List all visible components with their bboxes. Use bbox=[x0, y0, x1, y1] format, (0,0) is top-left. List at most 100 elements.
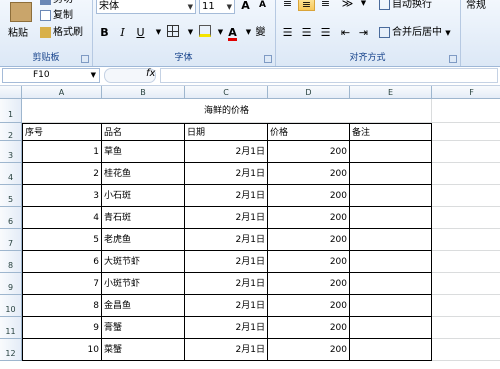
table-cell[interactable] bbox=[350, 273, 432, 295]
clipboard-launcher-icon[interactable] bbox=[81, 55, 89, 63]
table-cell[interactable]: 青石斑 bbox=[102, 207, 185, 229]
table-cell[interactable] bbox=[350, 295, 432, 317]
merge-center-button[interactable]: 合并后居中 ▼ bbox=[379, 26, 451, 40]
cell[interactable] bbox=[432, 273, 500, 295]
table-header-cell[interactable]: 序号 bbox=[22, 123, 102, 141]
formula-input[interactable] bbox=[160, 68, 498, 83]
table-cell[interactable] bbox=[350, 339, 432, 361]
name-box[interactable]: F10 ▼ bbox=[2, 68, 100, 83]
table-cell[interactable] bbox=[350, 141, 432, 163]
italic-button[interactable]: I bbox=[114, 25, 131, 40]
row-header-12[interactable]: 12 bbox=[0, 339, 22, 361]
table-cell[interactable]: 2月1日 bbox=[185, 317, 268, 339]
cell[interactable] bbox=[432, 251, 500, 273]
table-cell[interactable]: 2月1日 bbox=[185, 295, 268, 317]
orientation-dropdown[interactable]: ▼ bbox=[355, 0, 372, 11]
number-format-select[interactable]: 常规 bbox=[464, 0, 500, 14]
cell[interactable] bbox=[432, 185, 500, 207]
table-cell[interactable]: 老虎鱼 bbox=[102, 229, 185, 251]
sheet-title-cell[interactable]: 海鲜的价格 bbox=[22, 99, 432, 123]
table-cell[interactable] bbox=[350, 163, 432, 185]
align-left-button[interactable]: ☰ bbox=[279, 25, 296, 40]
table-cell[interactable]: 200 bbox=[268, 317, 350, 339]
column-header-e[interactable]: E bbox=[350, 86, 432, 99]
table-cell[interactable]: 200 bbox=[268, 163, 350, 185]
table-cell[interactable]: 200 bbox=[268, 295, 350, 317]
table-cell[interactable]: 8 bbox=[22, 295, 102, 317]
column-header-f[interactable]: F bbox=[432, 86, 500, 99]
row-header-4[interactable]: 4 bbox=[0, 163, 22, 185]
fill-color-button[interactable] bbox=[196, 25, 213, 40]
cell[interactable] bbox=[432, 317, 500, 339]
table-cell[interactable]: 200 bbox=[268, 185, 350, 207]
increase-indent-button[interactable]: ⇥ bbox=[355, 25, 372, 40]
table-header-cell[interactable]: 日期 bbox=[185, 123, 268, 141]
table-cell[interactable]: 2月1日 bbox=[185, 207, 268, 229]
table-cell[interactable]: 200 bbox=[268, 251, 350, 273]
table-cell[interactable] bbox=[350, 185, 432, 207]
font-color-button[interactable]: A bbox=[224, 25, 241, 41]
align-right-button[interactable]: ☰ bbox=[317, 25, 334, 40]
column-header-b[interactable]: B bbox=[102, 86, 185, 99]
table-cell[interactable]: 6 bbox=[22, 251, 102, 273]
table-cell[interactable]: 5 bbox=[22, 229, 102, 251]
cell[interactable] bbox=[432, 99, 500, 123]
cell[interactable] bbox=[432, 123, 500, 141]
table-cell[interactable]: 10 bbox=[22, 339, 102, 361]
table-cell[interactable]: 200 bbox=[268, 141, 350, 163]
font-name-select[interactable]: 宋体 ▼ bbox=[96, 0, 196, 14]
insert-function-button[interactable]: fx bbox=[146, 68, 155, 79]
align-center-button[interactable]: ☰ bbox=[298, 25, 315, 40]
decrease-indent-button[interactable]: ⇤ bbox=[337, 25, 354, 40]
table-cell[interactable] bbox=[350, 229, 432, 251]
font-launcher-icon[interactable] bbox=[264, 55, 272, 63]
table-cell[interactable]: 9 bbox=[22, 317, 102, 339]
table-cell[interactable]: 桂花鱼 bbox=[102, 163, 185, 185]
row-header-9[interactable]: 9 bbox=[0, 273, 22, 295]
row-header-6[interactable]: 6 bbox=[0, 207, 22, 229]
cell[interactable] bbox=[432, 141, 500, 163]
row-header-1[interactable]: 1 bbox=[0, 99, 22, 123]
align-bottom-button[interactable]: ≡ bbox=[317, 0, 334, 11]
row-header-10[interactable]: 10 bbox=[0, 295, 22, 317]
cell[interactable] bbox=[432, 339, 500, 361]
table-cell[interactable]: 2月1日 bbox=[185, 163, 268, 185]
alignment-launcher-icon[interactable] bbox=[449, 55, 457, 63]
table-header-cell[interactable]: 品名 bbox=[102, 123, 185, 141]
bold-button[interactable]: B bbox=[96, 25, 113, 40]
table-cell[interactable]: 膏蟹 bbox=[102, 317, 185, 339]
table-cell[interactable] bbox=[350, 251, 432, 273]
row-header-3[interactable]: 3 bbox=[0, 141, 22, 163]
row-header-5[interactable]: 5 bbox=[0, 185, 22, 207]
table-cell[interactable]: 大斑节虾 bbox=[102, 251, 185, 273]
table-header-cell[interactable]: 价格 bbox=[268, 123, 350, 141]
cell[interactable] bbox=[432, 295, 500, 317]
table-header-cell[interactable]: 备注 bbox=[350, 123, 432, 141]
wrap-text-button[interactable]: 自动换行 bbox=[379, 0, 432, 12]
shrink-font-button[interactable]: A bbox=[254, 0, 271, 13]
table-cell[interactable]: 200 bbox=[268, 207, 350, 229]
cut-button[interactable]: 剪切 bbox=[40, 0, 73, 7]
paste-button[interactable]: 粘贴 bbox=[4, 2, 36, 48]
align-top-button[interactable]: ≡ bbox=[279, 0, 296, 11]
align-middle-button[interactable]: ≡ bbox=[298, 0, 315, 11]
copy-button[interactable]: 复制 bbox=[40, 9, 73, 23]
table-cell[interactable]: 2 bbox=[22, 163, 102, 185]
table-cell[interactable]: 小石斑 bbox=[102, 185, 185, 207]
table-cell[interactable]: 菜蟹 bbox=[102, 339, 185, 361]
orientation-button[interactable]: ≫ bbox=[339, 0, 356, 11]
table-cell[interactable]: 草鱼 bbox=[102, 141, 185, 163]
table-cell[interactable] bbox=[350, 317, 432, 339]
table-cell[interactable]: 小斑节虾 bbox=[102, 273, 185, 295]
table-cell[interactable]: 7 bbox=[22, 273, 102, 295]
select-all-corner[interactable] bbox=[0, 86, 22, 99]
cell[interactable] bbox=[432, 229, 500, 251]
table-cell[interactable]: 2月1日 bbox=[185, 185, 268, 207]
table-cell[interactable]: 200 bbox=[268, 273, 350, 295]
grow-font-button[interactable]: A bbox=[237, 0, 254, 13]
table-cell[interactable]: 2月1日 bbox=[185, 251, 268, 273]
row-header-2[interactable]: 2 bbox=[0, 123, 22, 141]
underline-button[interactable]: U bbox=[132, 25, 149, 40]
table-cell[interactable]: 200 bbox=[268, 339, 350, 361]
phonetic-button[interactable]: 變 bbox=[252, 25, 269, 40]
